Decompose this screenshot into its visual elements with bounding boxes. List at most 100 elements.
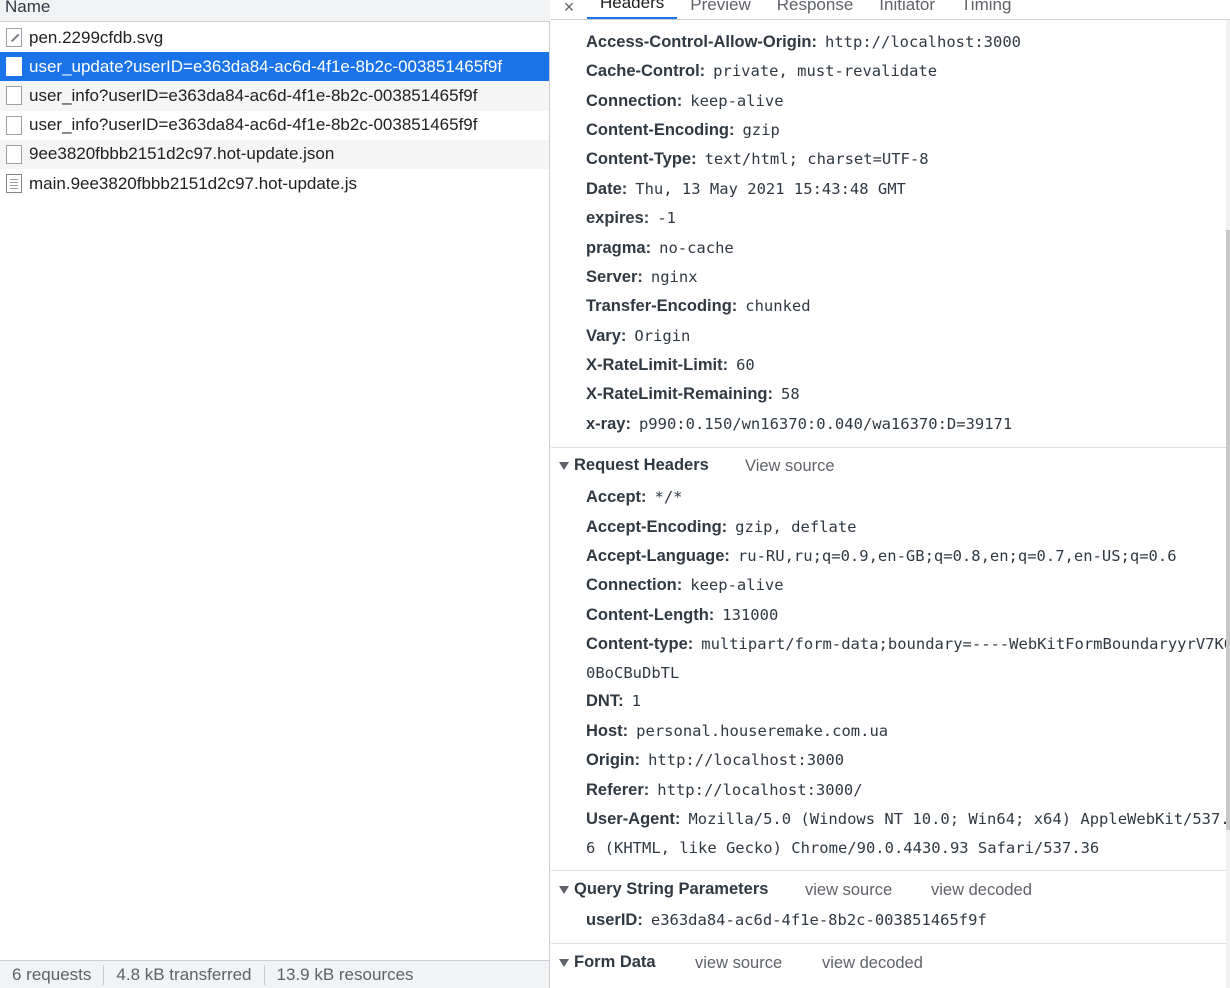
header-value: text/html; charset=UTF-8 <box>704 150 929 168</box>
header-value: p990:0.150/wn16370:0.040/wa16370:D=39171 <box>638 415 1013 433</box>
document-icon <box>6 86 22 106</box>
header-key: Accept: <box>586 488 647 506</box>
script-file-icon <box>6 174 22 194</box>
header-row: Referer: http://localhost:3000/ <box>586 781 863 800</box>
tab-headers[interactable]: Headers <box>587 0 678 19</box>
header-key: Date: <box>586 180 628 198</box>
header-row: Host: personal.houseremake.com.ua <box>586 722 888 741</box>
close-icon[interactable]: × <box>551 0 587 19</box>
view-source-link[interactable]: view source <box>695 954 782 973</box>
header-row: Content-Encoding: gzip <box>586 121 780 140</box>
header-row: expires: -1 <box>586 209 676 228</box>
header-key: Content-type: <box>586 635 694 653</box>
header-row: Accept-Encoding: gzip, deflate <box>586 518 857 537</box>
tab-preview[interactable]: Preview <box>677 0 763 19</box>
request-list: pen.2299cfdb.svg user_update?userID=e363… <box>0 23 549 198</box>
request-name: user_info?userID=e363da84-ac6d-4f1e-8b2c… <box>29 115 478 135</box>
header-row: DNT: 1 <box>586 692 641 711</box>
header-value: gzip <box>742 121 780 139</box>
section-title: Query String Parameters <box>574 880 769 898</box>
header-row: Content-Type: text/html; charset=UTF-8 <box>586 150 929 169</box>
view-source-link[interactable]: View source <box>745 457 835 476</box>
scrollbar-thumb[interactable] <box>1226 230 1230 830</box>
request-headers-toggle[interactable]: Request Headers <box>559 456 709 475</box>
request-list-pane: Name pen.2299cfdb.svg user_update?userID… <box>0 0 550 988</box>
header-value: -1 <box>657 209 676 227</box>
header-row: Accept-Language: ru-RU,ru;q=0.9,en-GB;q=0… <box>586 547 1177 566</box>
header-key: pragma: <box>586 239 652 257</box>
collapse-triangle-icon <box>559 461 569 470</box>
section-divider <box>551 870 1227 871</box>
header-value: gzip, deflate <box>735 518 857 536</box>
header-row: Accept: */* <box>586 488 683 507</box>
request-name: user_info?userID=e363da84-ac6d-4f1e-8b2c… <box>29 85 478 105</box>
header-value: personal.houseremake.com.ua <box>636 722 889 740</box>
param-value: e363da84-ac6d-4f1e-8b2c-003851465f9f <box>650 911 987 929</box>
header-row: Server: nginx <box>586 268 698 287</box>
collapse-triangle-icon <box>559 885 569 894</box>
header-value-continued: 6 (KHTML, like Gecko) Chrome/90.0.4430.9… <box>586 839 1100 857</box>
request-row[interactable]: 9ee3820fbbb2151d2c97.hot-update.json <box>0 139 549 169</box>
tab-response[interactable]: Response <box>764 0 867 19</box>
header-key: Connection: <box>586 576 683 594</box>
header-row: Date: Thu, 13 May 2021 15:43:48 GMT <box>586 180 906 199</box>
header-key: User-Agent: <box>586 810 681 828</box>
document-icon <box>6 57 22 77</box>
header-key: X-RateLimit-Limit: <box>586 356 729 374</box>
header-row: Connection: keep-alive <box>586 576 784 595</box>
header-value: Thu, 13 May 2021 15:43:48 GMT <box>635 180 906 198</box>
request-row-selected[interactable]: user_update?userID=e363da84-ac6d-4f1e-8b… <box>0 52 549 82</box>
request-row[interactable]: user_info?userID=e363da84-ac6d-4f1e-8b2c… <box>0 81 549 111</box>
header-key: Accept-Encoding: <box>586 518 728 536</box>
svg-file-icon <box>6 28 22 48</box>
network-status-bar: 6 requests 4.8 kB transferred 13.9 kB re… <box>0 960 549 988</box>
header-value: http://localhost:3000/ <box>657 781 863 799</box>
header-row: Transfer-Encoding: chunked <box>586 297 811 316</box>
request-name: user_update?userID=e363da84-ac6d-4f1e-8b… <box>29 56 503 76</box>
view-decoded-link[interactable]: view decoded <box>822 954 923 973</box>
section-title: Form Data <box>574 953 656 971</box>
header-row: Access-Control-Allow-Origin: http://local… <box>586 33 1021 52</box>
request-row[interactable]: pen.2299cfdb.svg <box>0 23 549 52</box>
transferred-size: 4.8 kB transferred <box>104 964 265 985</box>
details-scrollbar[interactable] <box>1226 20 1230 988</box>
view-decoded-link[interactable]: view decoded <box>931 881 1032 900</box>
request-count: 6 requests <box>0 964 105 985</box>
header-key: Referer: <box>586 781 650 799</box>
tab-initiator[interactable]: Initiator <box>866 0 948 19</box>
tab-timing[interactable]: Timing <box>948 0 1024 19</box>
query-params-toggle[interactable]: Query String Parameters <box>559 880 768 899</box>
header-row: Vary: Origin <box>586 327 690 346</box>
header-row: pragma: no-cache <box>586 239 734 258</box>
header-value: 60 <box>736 356 755 374</box>
header-value: ru-RU,ru;q=0.9,en-GB;q=0.8,en;q=0.7,en-U… <box>737 547 1177 565</box>
header-value: 1 <box>631 692 641 710</box>
section-divider <box>551 447 1227 448</box>
header-row: Origin: http://localhost:3000 <box>586 751 844 770</box>
header-row: User-Agent: Mozilla/5.0 (Windows NT 10.0;… <box>586 810 1230 829</box>
header-key: DNT: <box>586 692 624 710</box>
form-data-toggle[interactable]: Form Data <box>559 953 656 972</box>
name-column-label: Name <box>5 0 51 16</box>
header-row: Connection: keep-alive <box>586 92 784 111</box>
header-key: Accept-Language: <box>586 547 730 565</box>
request-row[interactable]: user_info?userID=e363da84-ac6d-4f1e-8b2c… <box>0 111 549 140</box>
request-details-pane: × Headers Preview Response Initiator Tim… <box>551 0 1230 988</box>
request-name: main.9ee3820fbbb2151d2c97.hot-update.js <box>29 173 357 193</box>
name-column-header[interactable]: Name <box>0 0 550 22</box>
header-value: no-cache <box>659 239 734 257</box>
header-key: X-RateLimit-Remaining: <box>586 385 774 403</box>
header-key: Host: <box>586 722 629 740</box>
view-source-link[interactable]: view source <box>805 881 892 900</box>
header-key: x-ray: <box>586 415 631 433</box>
header-key: Origin: <box>586 751 641 769</box>
header-value: Origin <box>634 327 691 345</box>
header-value: keep-alive <box>690 576 784 594</box>
header-row: X-RateLimit-Remaining: 58 <box>586 385 800 404</box>
header-row: Cache-Control: private, must-revalidate <box>586 62 937 81</box>
header-key: Content-Encoding: <box>586 121 735 139</box>
request-row[interactable]: main.9ee3820fbbb2151d2c97.hot-update.js <box>0 169 549 198</box>
param-key: userID: <box>586 911 643 929</box>
header-key: Access-Control-Allow-Origin: <box>586 33 818 51</box>
header-key: Vary: <box>586 327 627 345</box>
